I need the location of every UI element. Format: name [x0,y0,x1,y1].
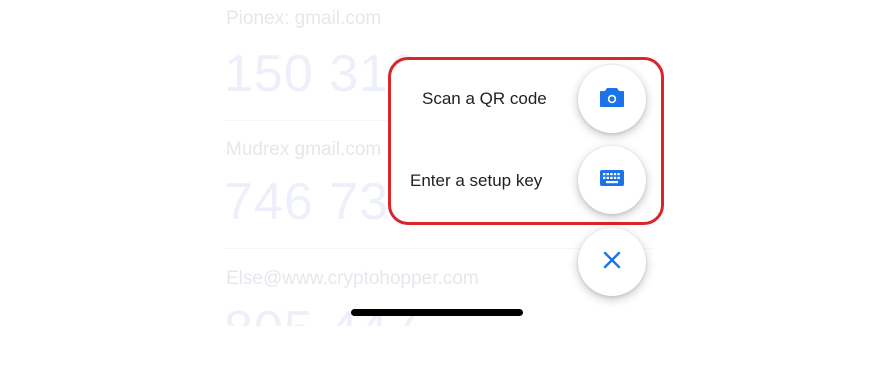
close-icon [602,250,622,275]
camera-icon [599,86,625,113]
setup-key-label[interactable]: Enter a setup key [410,171,542,191]
close-menu-button[interactable] [578,228,646,296]
scan-qr-label[interactable]: Scan a QR code [422,89,547,109]
bottom-area [0,326,894,388]
keyboard-icon [599,169,625,192]
setup-key-button[interactable] [578,146,646,214]
scan-qr-button[interactable] [578,65,646,133]
home-indicator[interactable] [351,309,523,316]
